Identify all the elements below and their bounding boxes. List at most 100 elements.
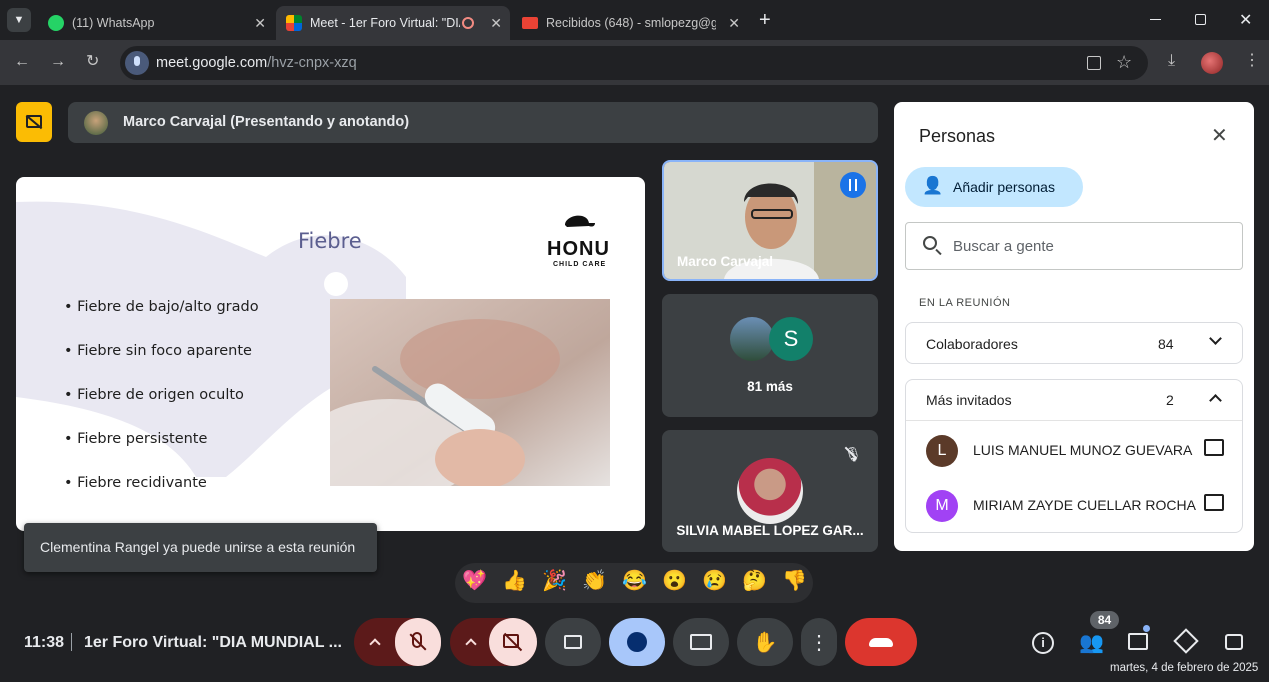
guests-label: Más invitados [926,392,1012,408]
open-in-app-icon[interactable] [1087,56,1101,70]
reaction-laugh-button[interactable]: 😂 [622,569,647,593]
chat-icon[interactable] [1128,633,1148,650]
reaction-clap-button[interactable]: 👏 [582,569,607,593]
turtle-logo-icon [565,215,595,227]
sick-baby-photo [330,299,610,486]
back-icon[interactable]: ← [14,54,30,70]
present-icon [690,634,712,650]
reaction-party-button[interactable]: 🎉 [542,569,567,593]
recording-icon [462,17,474,29]
mic-glyph-icon [134,56,140,66]
chat-icon[interactable] [1204,494,1224,511]
presentation-slide: Fiebre HONU CHILD CARE • Fiebre de bajo/… [16,177,645,531]
forward-icon[interactable]: → [50,54,66,70]
audio-bars-icon [849,179,857,191]
reaction-heart-button[interactable]: 💖 [462,569,487,593]
tab-gmail[interactable]: Recibidos (648) - smlopezg@gu ✕ [512,6,748,40]
profile-avatar[interactable] [1201,52,1223,74]
url-host: meet.google.com [156,55,268,71]
date-text: martes, 4 de febrero de 2025 [1110,662,1259,674]
tab-whatsapp[interactable]: (11) WhatsApp ✕ [38,6,274,40]
close-tab-icon[interactable]: ✕ [254,15,266,32]
people-panel: Personas ✕ 👤 Añadir personas Buscar a ge… [894,102,1254,551]
tab-meet[interactable]: Meet - 1er Foro Virtual: "DIA ✕ [276,6,510,40]
presenter-label: Marco Carvajal (Presentando y anotando) [123,114,410,130]
reaction-thinking-button[interactable]: 🤔 [742,569,767,593]
presenter-avatar [84,111,108,135]
tab-title: (11) WhatsApp [72,16,155,30]
tab-title: Recibidos (648) - smlopezg@gu [546,16,716,30]
date-tooltip: martes, 4 de febrero de 2025 [1104,656,1269,682]
participant-tile[interactable]: 🎙 SILVIA MABEL LOPEZ GAR... [662,430,878,552]
reactions-button[interactable] [609,618,665,666]
tab-search-button[interactable]: ▼ [7,8,31,32]
reaction-surprised-button[interactable]: 😮 [662,569,687,593]
activities-icon[interactable] [1173,628,1199,654]
group-tile[interactable]: S 81 más [662,294,878,417]
list-item[interactable]: M MIRIAM ZAYDE CUELLAR ROCHA [906,478,1242,534]
presentation-layout-button[interactable] [16,102,52,142]
camera-control-group [450,618,537,666]
restore-icon[interactable] [1195,14,1206,25]
guests-divider [906,420,1242,421]
speaker-tile[interactable]: Marco Carvajal [662,160,878,281]
bullet-text: Fiebre sin foco aparente [77,343,252,359]
add-people-button[interactable]: 👤 Añadir personas [905,167,1083,207]
download-icon[interactable]: ⤓ [1168,53,1175,69]
reaction-sad-button[interactable]: 😢 [702,569,727,593]
add-person-icon: 👤 [922,176,944,195]
more-options-button[interactable]: ⋮ [801,618,837,666]
slide-bullet: • Fiebre de origen oculto [64,387,244,403]
meeting-info-icon[interactable]: i [1032,632,1054,654]
close-panel-icon[interactable]: ✕ [1211,123,1228,148]
join-notification-toast: Clementina Rangel ya puede unirse a esta… [24,523,377,572]
close-tab-icon[interactable]: ✕ [728,15,740,32]
present-screen-button[interactable] [673,618,729,666]
people-icon[interactable]: 👥 [1079,630,1104,655]
bookmark-star-icon[interactable]: ☆ [1116,52,1132,73]
add-people-label: Añadir personas [953,179,1055,195]
leave-call-button[interactable] [845,618,917,666]
reaction-thumbs-down-button[interactable]: 👎 [782,569,807,593]
chevron-down-icon[interactable] [1209,332,1222,345]
meeting-title: 1er Foro Virtual: "DIA MUNDIAL ... [84,634,342,651]
hand-icon: ✋ [752,631,778,654]
guest-avatar: L [926,435,958,467]
meeting-time: 11:38 [24,634,65,651]
collaborators-row[interactable]: Colaboradores 84 [905,322,1243,364]
captions-icon [564,635,582,649]
participant-initial-avatar: S [769,317,813,361]
address-bar[interactable]: meet.google.com/hvz-cnpx-xzq ☆ [120,46,1148,80]
camera-options-chevron-icon[interactable] [465,638,477,650]
list-item[interactable]: L LUIS MANUEL MUNOZ GUEVARA [906,422,1242,478]
slide-bullet: • Fiebre sin foco aparente [64,343,252,359]
more-participants-label: 81 más [747,379,793,394]
close-tab-icon[interactable]: ✕ [490,15,502,32]
whatsapp-icon [48,15,64,31]
section-label: EN LA REUNIÓN [919,297,1011,309]
slide-bullet: • Fiebre de bajo/alto grado [64,299,259,315]
bullet-text: Fiebre recidivante [77,475,207,491]
search-people-field[interactable]: Buscar a gente [905,222,1243,270]
reaction-thumbs-up-button[interactable]: 👍 [502,569,527,593]
emoji-icon [627,632,647,652]
search-placeholder: Buscar a gente [953,238,1054,255]
more-vert-icon: ⋮ [809,631,829,654]
speaker-name: Marco Carvajal [677,254,774,269]
minimize-icon[interactable] [1150,19,1161,20]
mic-options-chevron-icon[interactable] [369,638,381,650]
hang-up-icon [869,637,893,647]
reload-icon[interactable]: ↻ [86,54,99,70]
panel-title: Personas [919,126,996,146]
bullet-text: Fiebre de origen oculto [77,387,244,403]
raise-hand-button[interactable]: ✋ [737,618,793,666]
host-controls-icon[interactable] [1225,634,1243,650]
toast-text: Clementina Rangel ya puede unirse a esta… [40,539,356,555]
chevron-up-icon[interactable] [1209,394,1222,407]
menu-icon[interactable]: ⋮ [1244,53,1260,69]
chat-icon[interactable] [1204,439,1224,456]
new-tab-icon[interactable]: + [759,9,771,32]
participant-name: SILVIA MABEL LOPEZ GAR... [676,523,864,538]
captions-button[interactable] [545,618,601,666]
close-window-icon[interactable]: ✕ [1239,10,1252,30]
